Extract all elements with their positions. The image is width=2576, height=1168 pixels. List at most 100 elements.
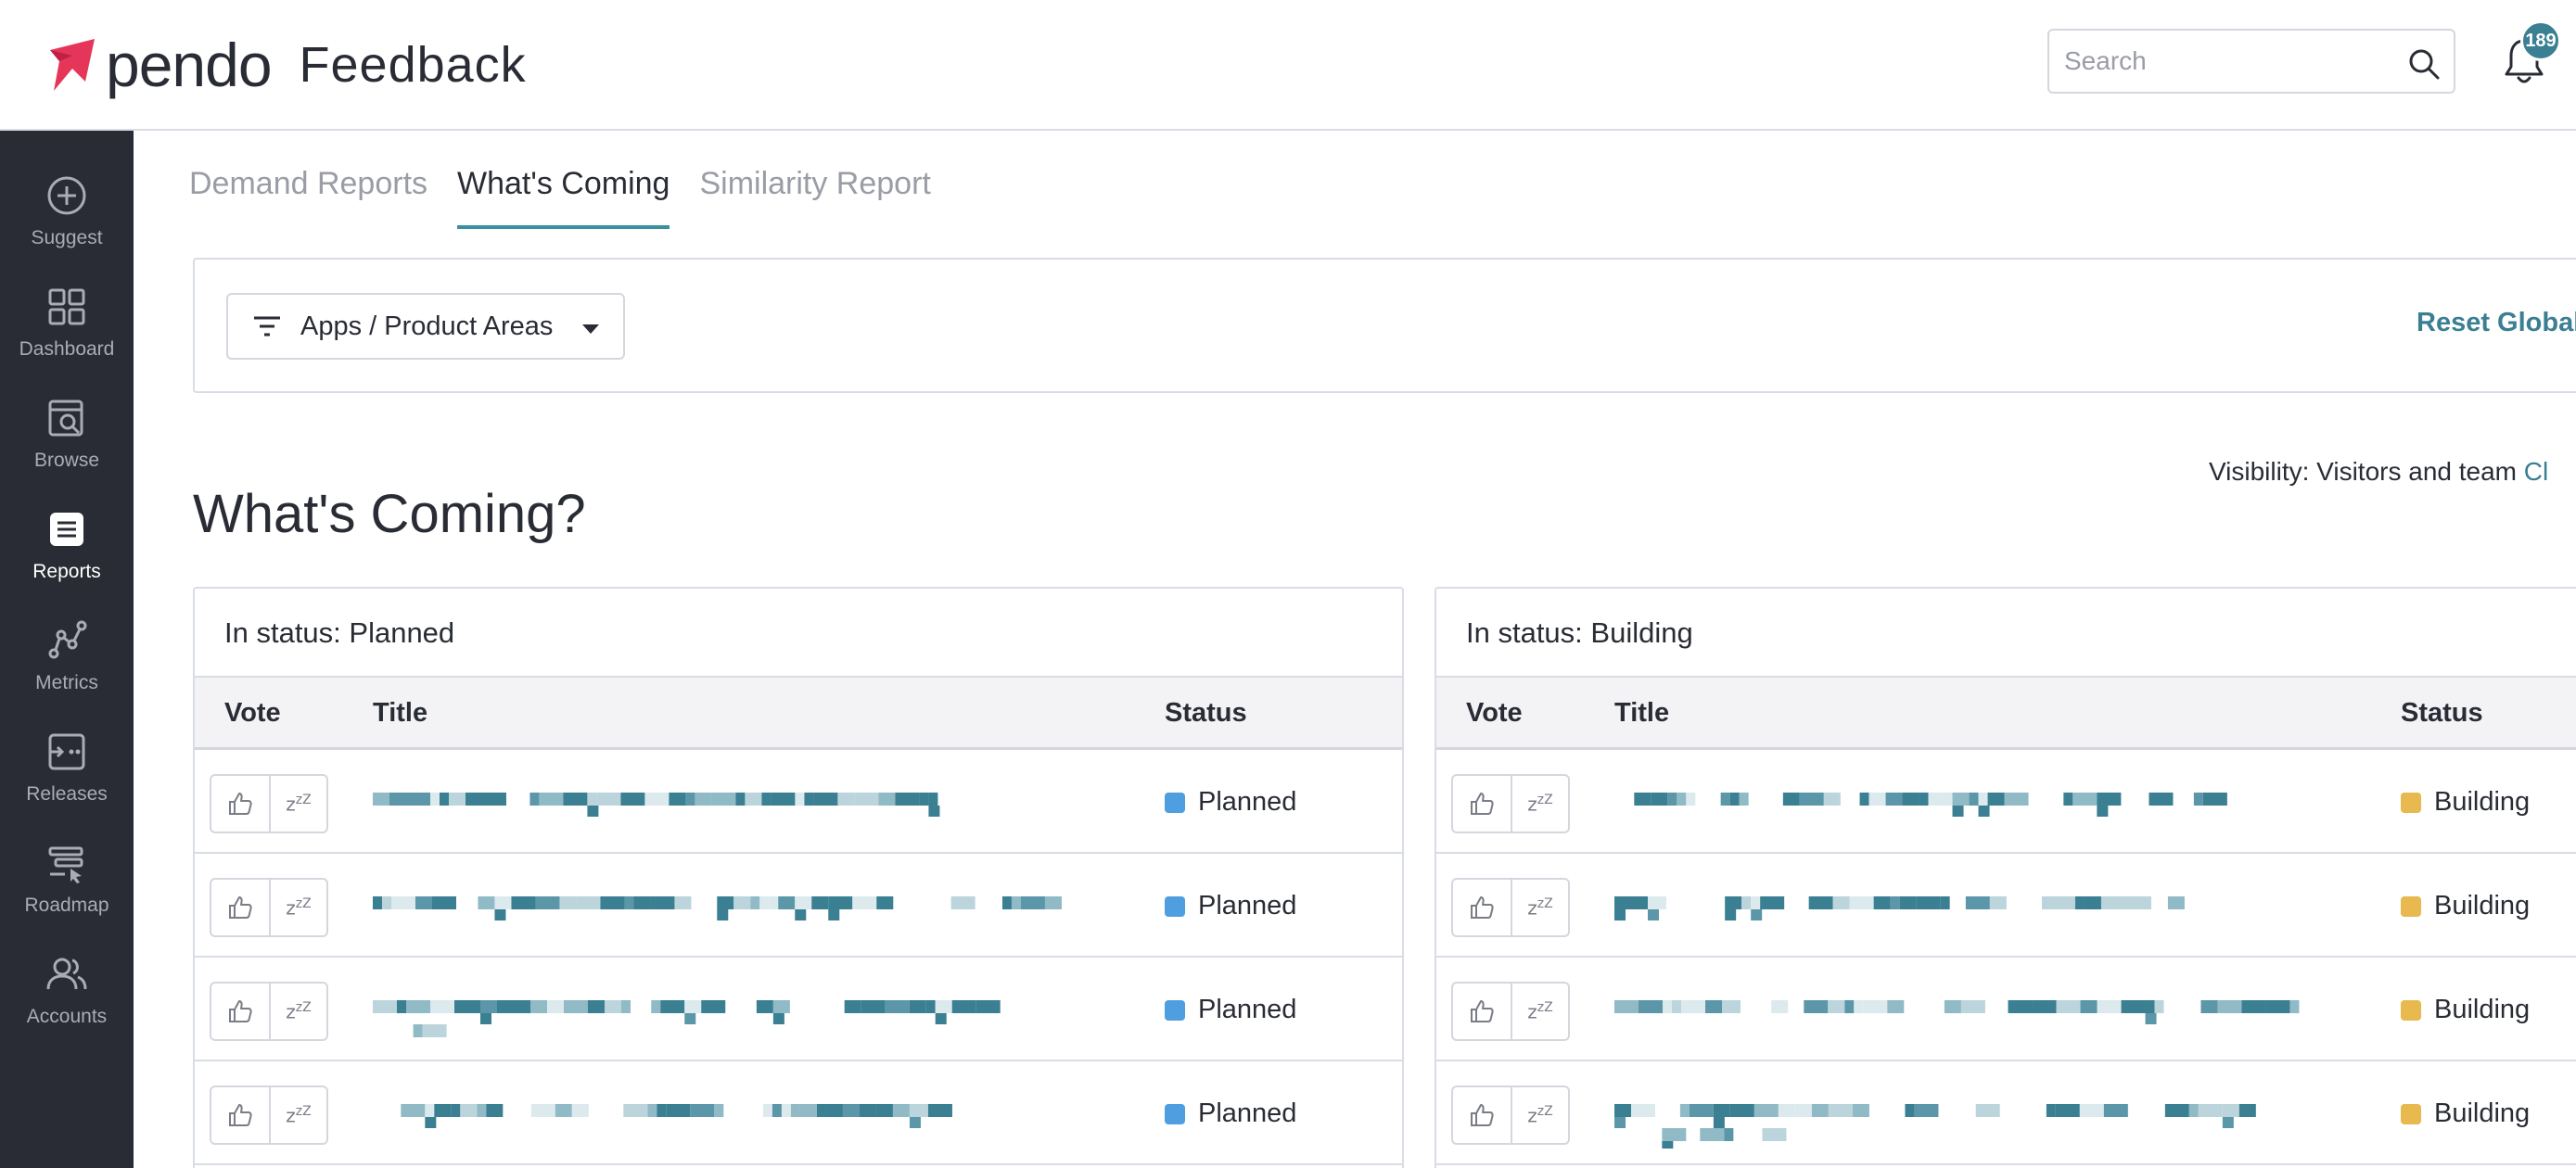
- snooze-zzz-icon: zzZ: [1527, 792, 1553, 816]
- table-row[interactable]: zzZ Building: [1436, 958, 2576, 1061]
- table-row[interactable]: zzZ Planned: [195, 1061, 1402, 1165]
- status-color-dot: [2401, 999, 2421, 1021]
- sidebar-item-suggest[interactable]: Suggest: [0, 159, 134, 270]
- upvote-button[interactable]: [211, 984, 269, 1039]
- apps-filter-label: Apps / Product Areas: [300, 311, 554, 341]
- thumbs-up-icon: [229, 1104, 252, 1126]
- redaction-mosaic: [373, 1000, 1001, 1037]
- table-row[interactable]: zzZ Building: [1436, 854, 2576, 958]
- status-color-dot: [2401, 792, 2421, 813]
- redaction-mosaic: [1614, 896, 2185, 920]
- snooze-zzz-icon: zzZ: [1527, 1103, 1553, 1127]
- sidebar-item-accounts[interactable]: Accounts: [0, 937, 134, 1048]
- redacted-title[interactable]: [373, 791, 1096, 837]
- table-row[interactable]: zzZ Building: [1436, 750, 2576, 854]
- report-tabs: Demand Reports What's Coming Similarity …: [189, 159, 961, 229]
- vote-controls: zzZ: [210, 1085, 328, 1145]
- column-header-vote: Vote: [1466, 698, 1523, 728]
- table-row[interactable]: zzZ Planned: [195, 750, 1402, 854]
- snooze-zzz-icon: zzZ: [1527, 999, 1553, 1023]
- snooze-button[interactable]: zzZ: [269, 1087, 326, 1143]
- search-input[interactable]: [2049, 31, 2383, 92]
- building-status-card: In status: Building Vote Title Status zz…: [1435, 587, 2576, 1168]
- sidebar-item-dashboard[interactable]: Dashboard: [0, 270, 134, 381]
- browse-search-icon: [48, 400, 83, 437]
- upvote-button[interactable]: [211, 880, 269, 935]
- sidebar-item-releases[interactable]: Releases: [0, 715, 134, 826]
- status-label: Building: [2434, 995, 2531, 1024]
- sidebar-item-label: Suggest: [31, 227, 103, 248]
- snooze-button[interactable]: zzZ: [1511, 1087, 1568, 1143]
- sidebar-item-label: Accounts: [26, 1006, 108, 1027]
- redacted-title[interactable]: [373, 998, 1096, 1045]
- planned-status-card: In status: Planned Vote Title Status zzZ…: [193, 587, 1404, 1168]
- snooze-zzz-icon: zzZ: [286, 792, 312, 816]
- column-header-status[interactable]: Status: [1165, 698, 1247, 729]
- sidebar-item-label: Browse: [33, 450, 100, 471]
- status-label: Planned: [1198, 1098, 1297, 1128]
- column-header-status[interactable]: Status: [2401, 698, 2483, 729]
- thumbs-up-icon: [1471, 793, 1494, 815]
- upvote-button[interactable]: [1453, 776, 1511, 832]
- redacted-title[interactable]: [1614, 895, 2338, 941]
- snooze-button[interactable]: zzZ: [269, 776, 326, 832]
- vote-controls: zzZ: [1451, 774, 1570, 833]
- snooze-zzz-icon: zzZ: [1527, 895, 1553, 920]
- upvote-button[interactable]: [1453, 1087, 1511, 1143]
- thumbs-up-icon: [1471, 1104, 1494, 1126]
- apps-product-areas-dropdown[interactable]: Apps / Product Areas: [226, 293, 625, 360]
- status-badge: Building: [2401, 1098, 2530, 1129]
- upvote-button[interactable]: [211, 776, 269, 832]
- column-header-title: Title: [373, 698, 428, 728]
- redacted-title[interactable]: [1614, 791, 2338, 837]
- tab-whats-coming[interactable]: What's Coming: [457, 159, 670, 229]
- top-header: pendo Feedback 189: [0, 0, 2576, 131]
- sidebar-item-label: Roadmap: [24, 895, 109, 916]
- accounts-users-icon: [46, 958, 87, 990]
- upvote-button[interactable]: [1453, 880, 1511, 935]
- redaction-mosaic: [1634, 793, 2227, 817]
- tab-similarity-report[interactable]: Similarity Report: [699, 159, 930, 223]
- visibility-change-link[interactable]: Cl: [2524, 457, 2548, 486]
- brand-wordmark: pendo: [106, 31, 273, 99]
- column-header-vote: Vote: [224, 698, 281, 728]
- upvote-button[interactable]: [211, 1087, 269, 1143]
- reports-list-icon: [50, 513, 83, 546]
- metrics-nodes-icon: [48, 620, 87, 659]
- snooze-zzz-icon: zzZ: [286, 1103, 312, 1127]
- status-color-dot: [2401, 1103, 2421, 1124]
- sidebar-item-browse[interactable]: Browse: [0, 381, 134, 492]
- sidebar-item-label: Dashboard: [19, 338, 115, 360]
- redacted-title[interactable]: [373, 895, 1096, 941]
- brand-logo[interactable]: pendo Feedback: [45, 30, 527, 100]
- status-badge: Planned: [1165, 1098, 1296, 1129]
- thumbs-up-icon: [229, 793, 252, 815]
- snooze-button[interactable]: zzZ: [1511, 880, 1568, 935]
- snooze-button[interactable]: zzZ: [1511, 776, 1568, 832]
- sidebar-item-metrics[interactable]: Metrics: [0, 603, 134, 715]
- sidebar-item-reports[interactable]: Reports: [0, 492, 134, 603]
- snooze-button[interactable]: zzZ: [269, 984, 326, 1039]
- releases-icon: [48, 733, 85, 770]
- tab-demand-reports[interactable]: Demand Reports: [189, 159, 427, 223]
- sidebar-item-label: Reports: [32, 561, 101, 582]
- table-row[interactable]: zzZ Building: [1436, 1061, 2576, 1165]
- redacted-title[interactable]: [373, 1102, 1096, 1149]
- redacted-title[interactable]: [1614, 1102, 2338, 1149]
- table-row[interactable]: zzZ Planned: [195, 958, 1402, 1061]
- sidebar-item-roadmap[interactable]: Roadmap: [0, 826, 134, 937]
- notification-count-badge[interactable]: 189: [2520, 20, 2561, 61]
- upvote-button[interactable]: [1453, 984, 1511, 1039]
- snooze-button[interactable]: zzZ: [269, 880, 326, 935]
- redaction-mosaic: [401, 1104, 952, 1128]
- search-icon[interactable]: [2407, 47, 2441, 81]
- sidebar-item-label: Releases: [26, 783, 108, 805]
- main-content: Demand Reports What's Coming Similarity …: [134, 131, 2576, 1168]
- snooze-button[interactable]: zzZ: [1511, 984, 1568, 1039]
- vote-controls: zzZ: [210, 774, 328, 833]
- reset-global-filters-link[interactable]: Reset Global Filte: [2417, 308, 2576, 338]
- redacted-title[interactable]: [1614, 998, 2338, 1045]
- status-badge: Planned: [1165, 787, 1296, 818]
- table-row[interactable]: zzZ Planned: [195, 854, 1402, 958]
- status-label: Planned: [1198, 891, 1297, 920]
